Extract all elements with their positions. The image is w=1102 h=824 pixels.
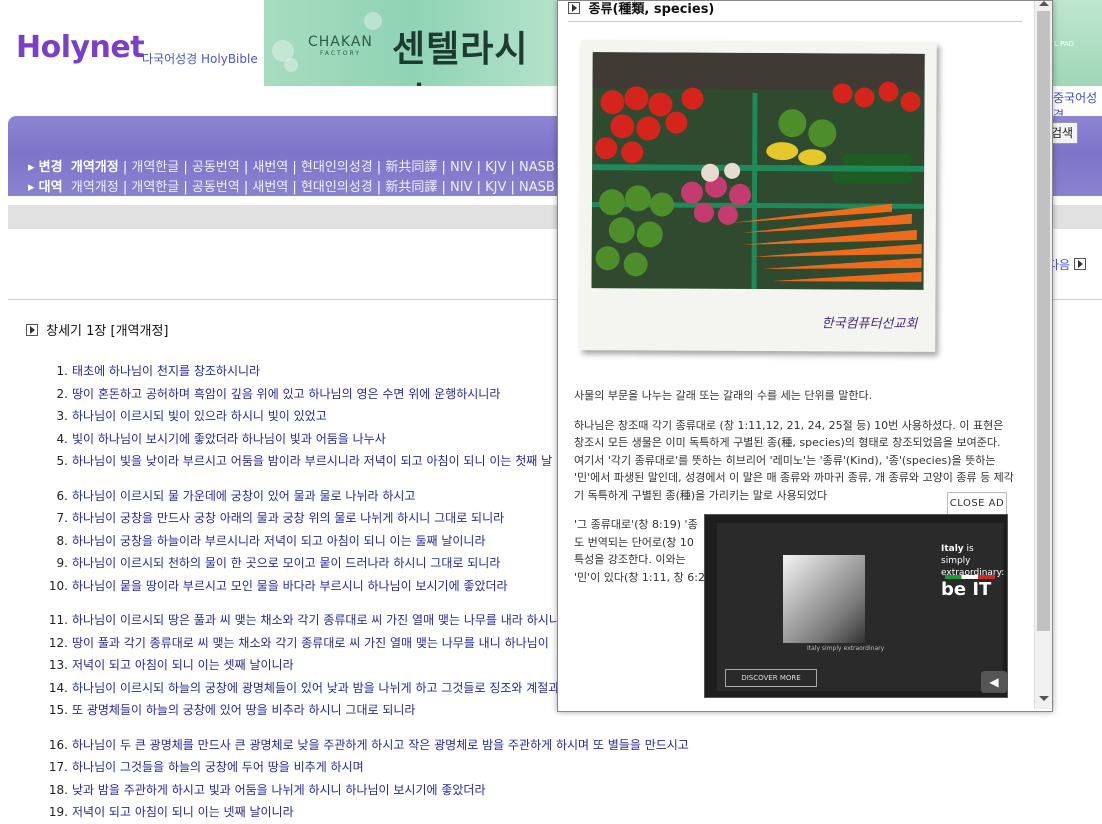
- play-arrow-icon: [568, 2, 580, 14]
- next-arrow-icon: [1073, 258, 1086, 270]
- version-link[interactable]: 新共同譯: [385, 180, 437, 195]
- version-link[interactable]: NIV: [450, 180, 472, 195]
- photo-signature: 한국컴퓨터선교회: [821, 316, 918, 332]
- site-logo[interactable]: Holynet: [16, 30, 145, 65]
- verse-item[interactable]: 17. 하나님이 그것들을 하늘의 궁창에 두어 땅을 비추게 하시며: [40, 756, 1100, 779]
- version-link[interactable]: 새번역: [252, 160, 288, 175]
- scroll-down-arrow-icon[interactable]: [1039, 696, 1049, 701]
- ad-tagline: Italy is simply extraordinary:: [941, 544, 1005, 578]
- version-link[interactable]: 新共同譯: [385, 160, 437, 175]
- scrollbar-thumb[interactable]: [1037, 11, 1050, 631]
- version-link[interactable]: 현대인의성경: [301, 180, 373, 195]
- next-chapter-link[interactable]: 다음: [1048, 256, 1090, 273]
- statue-image: [783, 555, 865, 643]
- verse-item[interactable]: 18. 낮과 밤을 주관하게 하시고 빛과 어둠을 나뉘게 하시니 하나님이 보시…: [40, 779, 1100, 802]
- arrow-right-icon: ▸: [28, 160, 35, 175]
- ad-brand: CHAKAN FACTORY: [308, 34, 373, 57]
- vegetables-photo: [591, 52, 925, 290]
- video-ad[interactable]: Italy simply extraordinary Italy is simp…: [704, 514, 1008, 698]
- verse-item[interactable]: 16. 하나님이 두 큰 광명체를 만드사 큰 광명체로 낮을 주관하게 하시고 …: [40, 734, 1100, 757]
- top-ad-banner[interactable]: CHAKAN FACTORY 센텔라시키: [264, 0, 560, 86]
- close-ad-button[interactable]: CLOSE AD: [947, 492, 1007, 516]
- version-link[interactable]: 개역한글: [131, 180, 179, 195]
- version-link[interactable]: 새번역: [252, 180, 288, 195]
- version-link[interactable]: 개역개정: [71, 180, 119, 195]
- speaker-icon[interactable]: ◀: [981, 671, 1007, 693]
- version-link[interactable]: NASB: [519, 160, 555, 175]
- version-link[interactable]: NASB: [519, 180, 555, 195]
- version-link[interactable]: KJV: [485, 180, 506, 195]
- right-ad-banner[interactable]: L PAD: [1050, 0, 1102, 86]
- parallel-version-row: ▸ 대역 개역개정 | 개역한글 | 공동번역 | 새번역 | 현대인의성경 |…: [28, 180, 563, 195]
- video-frame: Italy simply extraordinary Italy is simp…: [717, 523, 1007, 693]
- scroll-up-arrow-icon[interactable]: [1039, 1, 1049, 6]
- version-link[interactable]: NIV: [450, 160, 472, 175]
- definition-paragraph: 사물의 부문을 나누는 갈래 또는 갈래의 수를 세는 단위를 말한다.: [574, 389, 873, 402]
- popup-title: 종류(種類, species): [568, 1, 1022, 22]
- arrow-right-icon: ▸: [28, 180, 35, 195]
- play-arrow-icon: [26, 324, 38, 336]
- version-link[interactable]: 개역개정: [71, 160, 119, 175]
- video-caption: Italy simply extraordinary: [807, 645, 885, 652]
- version-link[interactable]: KJV: [485, 160, 506, 175]
- ad-brand-mark: be IT: [941, 579, 992, 600]
- chapter-title: 창세기 1장 [개역개정]: [26, 320, 169, 339]
- parallel-label: 대역: [38, 180, 63, 195]
- site-subtitle[interactable]: 다국어성경 HolyBible: [142, 50, 258, 67]
- version-link[interactable]: 현대인의성경: [301, 160, 373, 175]
- detail-paragraph: 하나님은 창조때 각기 종류대로 (창 1:11,12, 21, 24, 25절…: [574, 418, 1014, 502]
- change-version-row: ▸ 변경 개역개정 | 개역한글 | 공동번역 | 새번역 | 현대인의성경 |…: [28, 160, 563, 175]
- discover-more-button[interactable]: DISCOVER MORE: [725, 669, 817, 687]
- ad-headline: 센텔라시키: [392, 29, 529, 86]
- vegetables-photo-card: 한국컴퓨터선교회: [579, 40, 937, 352]
- version-link[interactable]: 공동번역: [192, 160, 240, 175]
- change-label: 변경: [38, 160, 63, 175]
- verse-item[interactable]: 19. 저녁이 되고 아침이 되니 이는 넷째 날이니라: [40, 801, 1100, 824]
- version-link[interactable]: 공동번역: [192, 180, 240, 195]
- popup-scrollbar[interactable]: [1034, 1, 1052, 709]
- version-link[interactable]: 개역한글: [131, 160, 179, 175]
